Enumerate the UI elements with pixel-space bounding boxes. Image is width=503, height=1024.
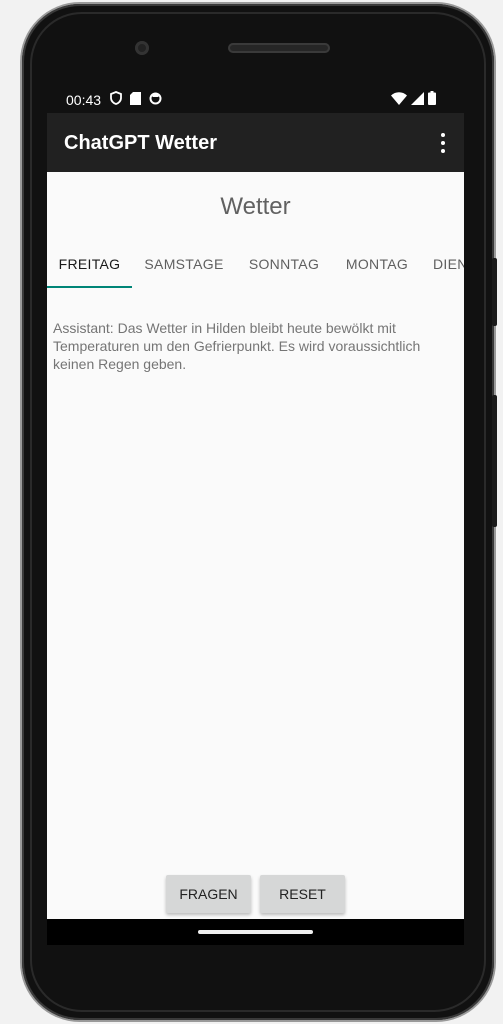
day-tabs: FREITAG SAMSTAGE SONNTAG MONTAG DIEN	[47, 246, 464, 290]
sd-card-icon	[130, 91, 141, 108]
status-time: 00:43	[66, 92, 102, 108]
tab-freitag[interactable]: FREITAG	[47, 246, 132, 290]
page-heading: Wetter	[220, 193, 291, 220]
reset-button[interactable]: RESET	[260, 875, 345, 913]
more-vert-icon[interactable]	[436, 131, 450, 155]
tab-sonntag[interactable]: SONNTAG	[240, 246, 328, 290]
signal-icon	[411, 91, 424, 108]
volume-button[interactable]	[492, 395, 497, 527]
navigation-bar	[47, 919, 464, 945]
tab-indicator	[47, 286, 132, 288]
status-bar: 00:43	[47, 86, 464, 113]
power-button[interactable]	[492, 258, 497, 326]
status-icons-right	[391, 91, 436, 108]
app-bar: ChatGPT Wetter	[47, 113, 464, 172]
tab-montag[interactable]: MONTAG	[337, 246, 417, 290]
tab-dienstag[interactable]: DIEN	[433, 246, 464, 290]
wifi-icon	[391, 91, 407, 108]
circle-app-icon	[149, 92, 162, 108]
tab-samstage[interactable]: SAMSTAGE	[135, 246, 233, 290]
ask-button[interactable]: FRAGEN	[166, 875, 251, 913]
earpiece-speaker	[228, 43, 330, 53]
main-content: Wetter FREITAG SAMSTAGE SONNTAG MONTAG D…	[47, 172, 464, 919]
shield-icon	[110, 91, 122, 108]
status-icons-left	[110, 91, 162, 108]
app-title: ChatGPT Wetter	[64, 132, 217, 154]
home-gesture-handle[interactable]	[198, 930, 313, 934]
assistant-message: Assistant: Das Wetter in Hilden bleibt h…	[53, 320, 421, 372]
front-camera	[135, 41, 149, 55]
battery-icon	[428, 91, 436, 108]
